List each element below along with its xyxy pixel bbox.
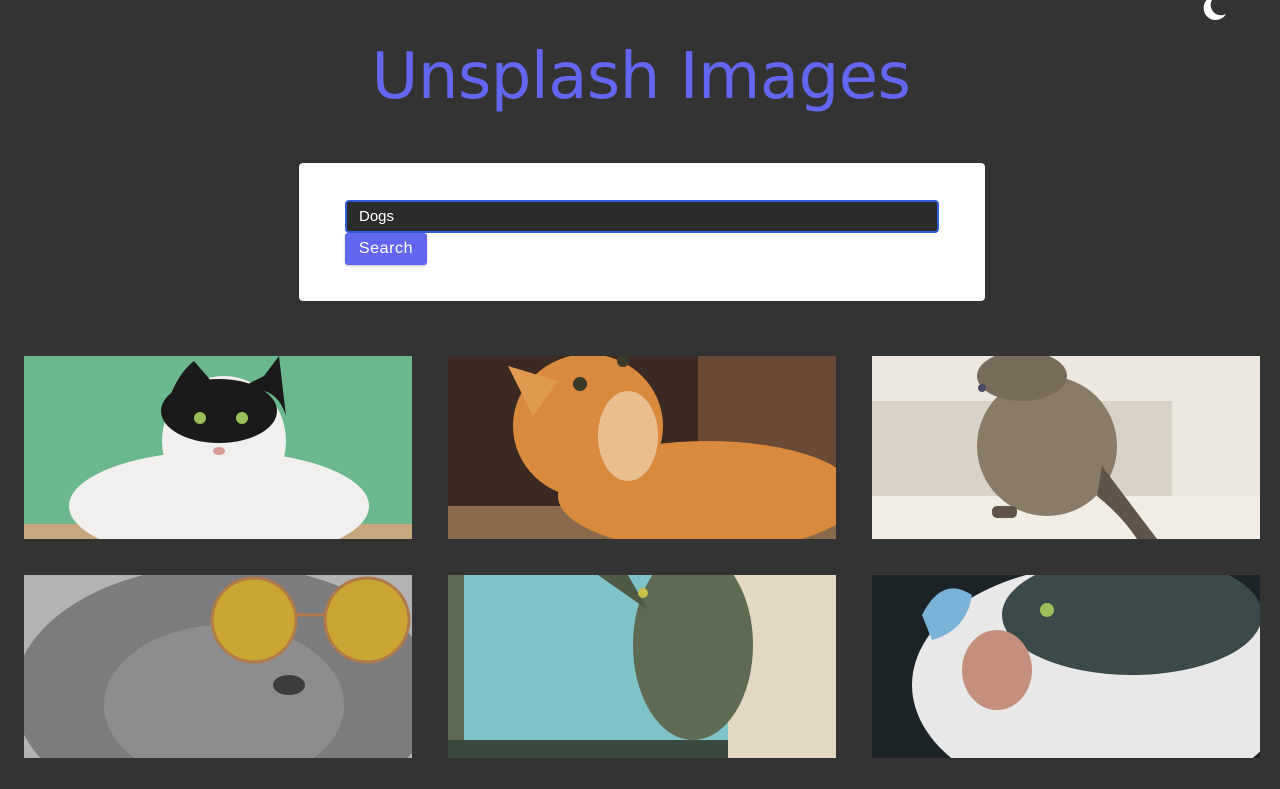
cat-photo <box>872 356 1260 539</box>
image-card[interactable] <box>24 356 412 539</box>
cat-photo <box>448 575 836 758</box>
image-card[interactable] <box>448 575 836 758</box>
moon-icon <box>1203 0 1226 20</box>
image-card[interactable] <box>448 356 836 539</box>
theme-toggle-button[interactable] <box>1196 0 1228 24</box>
cat-photo <box>24 356 412 539</box>
cat-photo <box>872 575 1260 758</box>
search-card: Search <box>299 163 985 301</box>
search-button[interactable]: Search <box>345 233 427 265</box>
search-input[interactable] <box>345 200 939 233</box>
page-title: Unsplash Images <box>371 40 911 114</box>
image-card[interactable] <box>872 575 1260 758</box>
image-card[interactable] <box>872 356 1260 539</box>
cat-photo <box>448 356 836 539</box>
cat-photo <box>24 575 412 758</box>
image-card[interactable] <box>24 575 412 758</box>
